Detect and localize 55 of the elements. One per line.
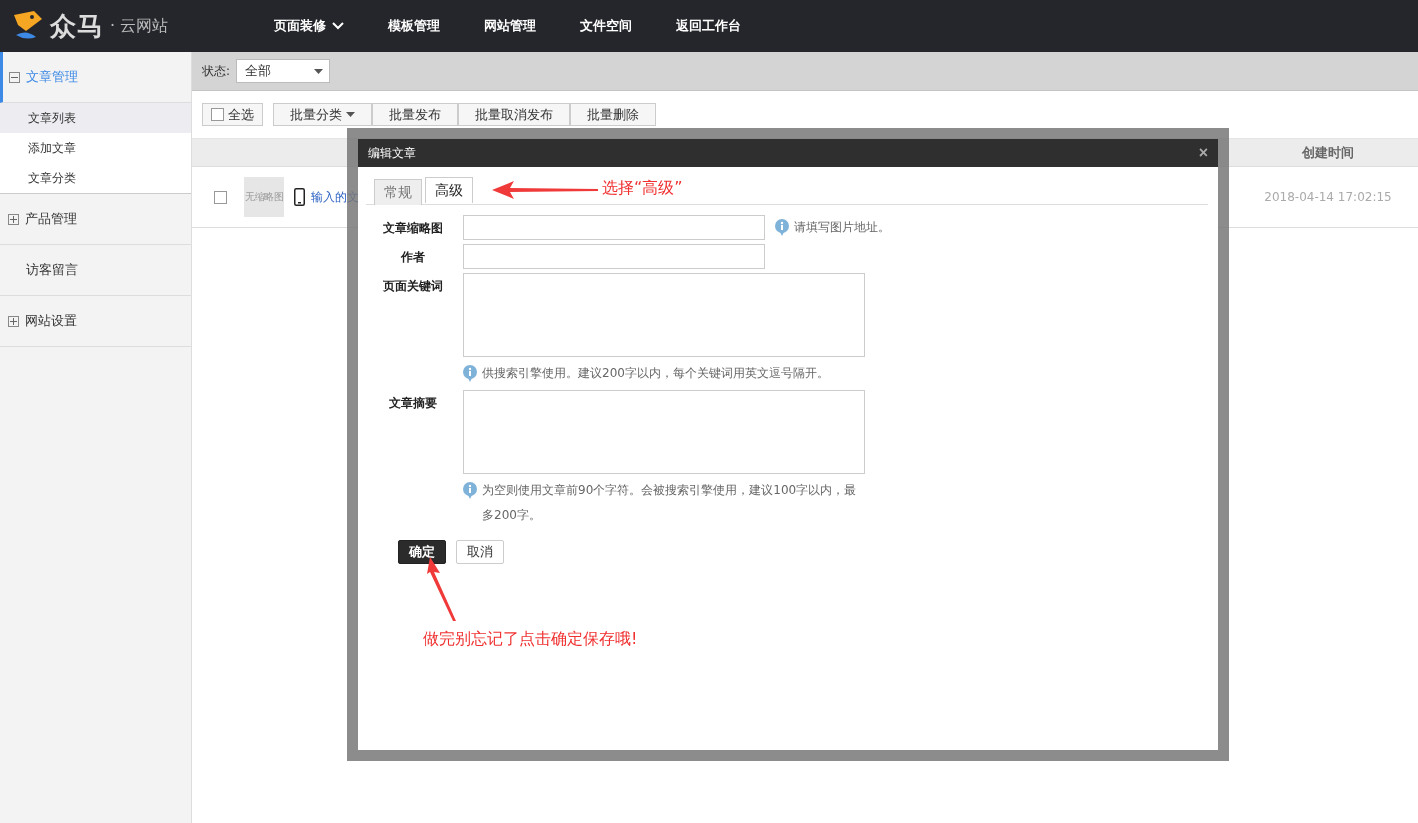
hint-text: 为空则使用文章前90个字符。会被搜索引擎使用，建议100字以内，最多200字。 xyxy=(482,482,858,524)
sidebar-group-label: 文章管理 xyxy=(26,68,78,86)
logo-subtitle: · 云网站 xyxy=(110,15,169,37)
toolbar-button[interactable]: 批量取消发布 xyxy=(458,103,570,126)
tab[interactable]: 常规 xyxy=(374,179,422,205)
table-cell-text: 2018-04-14 17:02:15 xyxy=(1263,190,1393,204)
toolbar-button[interactable]: 批量删除 xyxy=(570,103,656,126)
sidebar-item[interactable]: 文章列表 xyxy=(0,103,191,133)
input-field[interactable] xyxy=(463,215,765,240)
field-label: 文章缩略图 xyxy=(382,220,444,237)
phone-icon xyxy=(294,188,305,206)
nav-link[interactable]: 返回工作台 xyxy=(664,17,753,35)
caret-icon xyxy=(314,68,324,74)
info-icon xyxy=(463,482,477,499)
annotation-text: 选择“高级” xyxy=(602,178,683,199)
filter-label: 状态: xyxy=(202,62,231,80)
column-header: 创建时间 xyxy=(1301,143,1355,162)
select-all-button[interactable]: 全选 xyxy=(202,103,263,126)
nav-link[interactable]: 模板管理 xyxy=(376,17,452,35)
text-area[interactable] xyxy=(463,273,865,357)
input-field[interactable] xyxy=(463,244,765,269)
hint-text: 供搜索引擎使用。建议200字以内，每个关键词用英文逗号隔开。 xyxy=(482,365,829,382)
sidebar-group-label: 网站设置 xyxy=(25,312,77,330)
sidebar-group[interactable]: 网站设置 xyxy=(0,296,191,347)
toolbar-button[interactable]: 批量发布 xyxy=(372,103,458,126)
tab[interactable]: 高级 xyxy=(425,177,473,203)
nav-link[interactable]: 页面装修 xyxy=(262,17,356,35)
text-area[interactable] xyxy=(463,390,865,474)
logo-icon xyxy=(12,11,44,41)
checkbox[interactable] xyxy=(211,108,224,121)
logo-text: 众马 xyxy=(50,9,104,43)
confirm-button[interactable]: 确定 xyxy=(398,540,446,564)
checkbox[interactable] xyxy=(214,190,227,204)
sidebar-group[interactable]: 产品管理 xyxy=(0,194,191,245)
cancel-button[interactable]: 取消 xyxy=(456,540,504,564)
field-label: 页面关键词 xyxy=(382,278,444,295)
toolbar-button[interactable]: 批量分类 xyxy=(273,103,372,126)
nav-link[interactable]: 文件空间 xyxy=(568,17,644,35)
sidebar-group-label: 访客留言 xyxy=(26,261,78,279)
dialog-title: 编辑文章 xyxy=(368,144,416,162)
thumbnail-label: 无缩略图 xyxy=(245,190,283,204)
sidebar-item[interactable]: 文章分类 xyxy=(0,163,191,193)
close-button[interactable]: × xyxy=(1198,144,1208,162)
field-label: 作者 xyxy=(400,249,426,266)
sidebar-item[interactable]: 添加文章 xyxy=(0,133,191,163)
field-label: 文章摘要 xyxy=(388,395,438,412)
hint-text: 请填写图片地址。 xyxy=(794,219,890,236)
info-icon xyxy=(775,219,789,236)
sidebar-group-label: 产品管理 xyxy=(25,210,77,228)
status-select[interactable]: 全部 xyxy=(236,59,331,83)
sidebar-group[interactable]: 访客留言 xyxy=(0,245,191,296)
annotation-text: 做完别忘记了点击确定保存哦! xyxy=(423,629,638,650)
info-icon xyxy=(463,365,477,382)
nav-link[interactable]: 网站管理 xyxy=(472,17,548,35)
arrow-drawing xyxy=(426,557,456,621)
